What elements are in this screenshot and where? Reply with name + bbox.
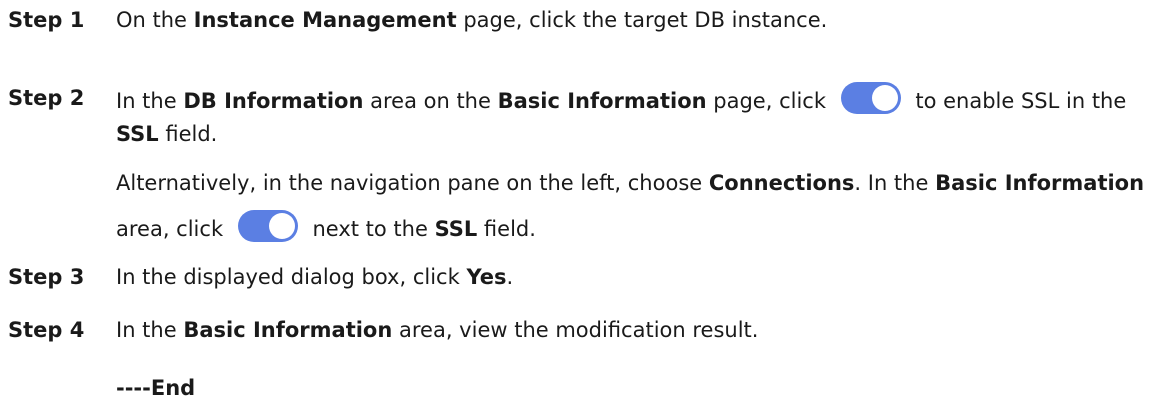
- step-2-alt-text: Alternatively, in the navigation pane on…: [116, 171, 1145, 242]
- step-label: Step 3: [8, 265, 85, 289]
- step-2: Step 2 In the DB Information area on the…: [8, 82, 1157, 151]
- step-label: Step 1: [8, 8, 85, 32]
- step-3: Step 3 In the displayed dialog box, clic…: [8, 261, 1157, 294]
- step-label: Step 4: [8, 318, 85, 342]
- step-2-alternative: Alternatively, in the navigation pane on…: [8, 160, 1157, 252]
- step-4: Step 4 In the Basic Information area, vi…: [8, 314, 1157, 347]
- toggle-knob: [268, 213, 295, 239]
- ssl-toggle-icon: [237, 210, 298, 242]
- end-marker: ----End: [116, 376, 196, 400]
- step-label: Step 2: [8, 86, 85, 110]
- ssl-toggle-icon: [840, 82, 901, 114]
- step-4-text: In the Basic Information area, view the …: [116, 318, 759, 342]
- step-3-text: In the displayed dialog box, click Yes.: [116, 265, 514, 289]
- step-2-text: In the DB Information area on the Basic …: [116, 82, 1157, 151]
- step-1-text: On the Instance Management page, click t…: [116, 8, 828, 32]
- step-1: Step 1 On the Instance Management page, …: [8, 4, 1157, 37]
- toggle-knob: [871, 85, 898, 111]
